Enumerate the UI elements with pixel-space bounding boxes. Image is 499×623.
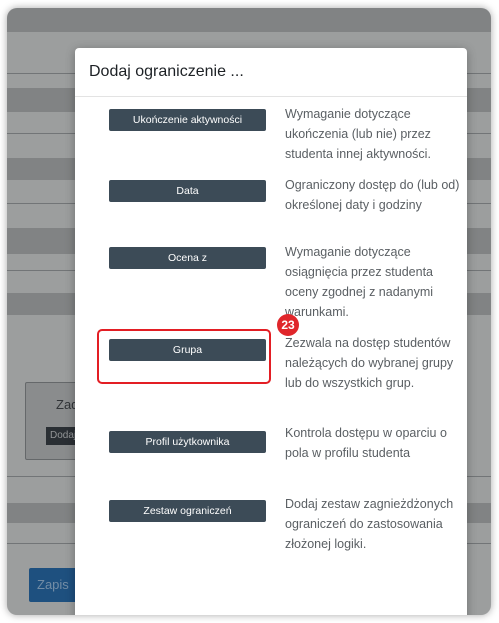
user-profile-button[interactable]: Profil użytkownika — [109, 431, 266, 453]
step-number-badge: 23 — [277, 314, 299, 336]
group-description: Zezwala na dostęp studentów należących d… — [285, 336, 454, 390]
add-restriction-modal: Dodaj ograniczenie ... Ukończenie aktywn… — [75, 48, 467, 615]
date-button[interactable]: Data — [109, 180, 266, 202]
restriction-set-description: Dodaj zestaw zagnieżdżonych ograniczeń d… — [285, 497, 454, 551]
user-profile-description: Kontrola dostępu w oparciu o pola w prof… — [285, 426, 447, 460]
screenshot-frame: Zad Dodaj Zapis Dodaj ograniczenie ... U… — [7, 8, 491, 615]
modal-header: Dodaj ograniczenie ... — [75, 48, 467, 97]
grade-description: Wymaganie dotyczące osiągnięcia przez st… — [285, 245, 434, 319]
restriction-set-button[interactable]: Zestaw ograniczeń — [109, 500, 266, 522]
date-description: Ograniczony dostęp do (lub od) określone… — [285, 178, 460, 212]
grade-button[interactable]: Ocena z — [109, 247, 266, 269]
modal-title: Dodaj ograniczenie ... — [89, 63, 244, 80]
activity-completion-button[interactable]: Ukończenie aktywności — [109, 109, 266, 131]
group-highlight-frame — [97, 329, 271, 384]
activity-completion-description: Wymaganie dotyczące ukończenia (lub nie)… — [285, 107, 431, 161]
